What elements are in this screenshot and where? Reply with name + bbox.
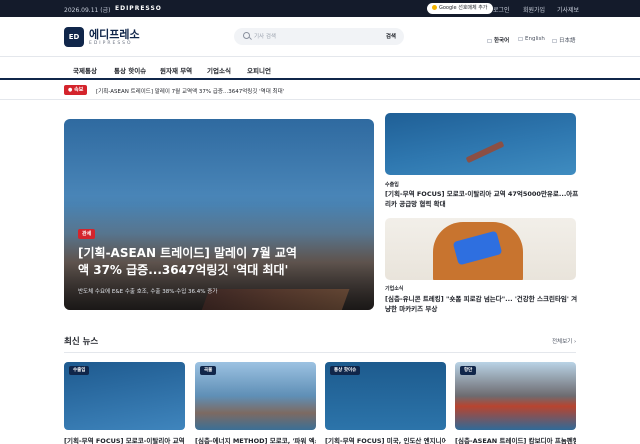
lang-korean[interactable]: 한국어 bbox=[487, 36, 509, 44]
featured-category-tag: 관세 bbox=[78, 229, 96, 239]
news-card-2-tag: 곡물 bbox=[200, 366, 217, 375]
news-card-1-title[interactable]: [기획-무역 FOCUS] 모로코-이탈리아 교역 bbox=[64, 435, 185, 444]
nav-item-international-trade[interactable]: 국제통상 bbox=[73, 65, 97, 75]
site-header: ED 에디프레소 EDIPRESSO 검색 한국어 English 日本語 bbox=[0, 17, 640, 57]
side-story-2-title[interactable]: [심층-유니콘 트레킹] "숏폼 피로감 넘는다"... '건강한 스크린타임'… bbox=[385, 294, 580, 314]
nav-item-raw-materials[interactable]: 원자재 무역 bbox=[160, 65, 192, 75]
logo-name[interactable]: 에디프레소 bbox=[89, 26, 140, 42]
japan-flag-icon bbox=[552, 38, 557, 43]
nav-item-company-news[interactable]: 기업소식 bbox=[207, 65, 231, 75]
breaking-badge: ● 속보 bbox=[64, 85, 88, 95]
google-star-icon bbox=[432, 5, 437, 10]
ship-image bbox=[465, 140, 505, 164]
news-card-4-tag: 항만 bbox=[460, 366, 477, 375]
current-date: 2026.09.11 (금) bbox=[64, 7, 111, 14]
google-preferred-source-button[interactable]: Google 선호매체 추가 bbox=[427, 3, 494, 14]
korea-flag-icon bbox=[487, 38, 492, 43]
side-story-1-title[interactable]: [기획-무역 FOCUS] 모로코-이탈리아 교역 47억5000만유로...아… bbox=[385, 189, 580, 209]
side-story-2-image[interactable] bbox=[385, 218, 576, 280]
nav-item-trade-hot-issue[interactable]: 통상 핫이슈 bbox=[114, 65, 146, 75]
logo-mark[interactable]: ED bbox=[64, 27, 84, 47]
lang-english[interactable]: English bbox=[518, 36, 545, 42]
signup-link[interactable]: 회원가입 bbox=[523, 5, 545, 14]
logo-subtitle: EDIPRESSO bbox=[89, 41, 133, 46]
news-card-4-image[interactable]: 항만 bbox=[455, 362, 576, 430]
latest-news-heading: 최신 뉴스 bbox=[64, 337, 99, 347]
featured-title[interactable]: [기획-ASEAN 트레이드] 말레이 7월 교역액 37% 급증...3647… bbox=[78, 245, 298, 279]
search-button[interactable]: 검색 bbox=[386, 32, 396, 40]
side-story-2-category: 기업소식 bbox=[385, 286, 404, 292]
news-card-3-tag: 통상 핫이슈 bbox=[330, 366, 361, 375]
search-input[interactable] bbox=[254, 31, 374, 42]
tip-link[interactable]: 기사제보 bbox=[557, 5, 579, 14]
side-story-1-image[interactable] bbox=[385, 113, 576, 175]
view-all-link[interactable]: 전체보기 › bbox=[552, 337, 576, 345]
top-bar: 2026.09.11 (금) EDIPRESSO Google 선호매체 추가 … bbox=[0, 0, 640, 17]
news-card-3-title[interactable]: [기획-무역 FOCUS] 미국, 인도산 엔지니어 bbox=[325, 435, 446, 444]
news-card-4-title[interactable]: [심층-ASEAN 트레이드] 캄보디아 프놈펜항 bbox=[455, 435, 576, 444]
news-card-1-tag: 수출입 bbox=[69, 366, 90, 375]
side-story-1-category: 수출입 bbox=[385, 182, 399, 188]
breaking-news-bar: ● 속보 [기획-ASEAN 트레이드] 말레이 7월 교역액 37% 급증..… bbox=[0, 80, 640, 100]
lang-japanese[interactable]: 日本語 bbox=[552, 36, 576, 44]
login-link[interactable]: 로그인 bbox=[493, 5, 510, 14]
featured-subtitle: 반도체 수요에 E&E 수출 호조, 수출 38%·수입 36.4% 증가 bbox=[78, 289, 218, 295]
featured-article[interactable]: 관세 [기획-ASEAN 트레이드] 말레이 7월 교역액 37% 급증...3… bbox=[64, 119, 374, 310]
main-nav: 국제통상 통상 핫이슈 원자재 무역 기업소식 오피니언 bbox=[0, 58, 640, 80]
search-icon bbox=[243, 32, 250, 39]
breaking-headline[interactable]: [기획-ASEAN 트레이드] 말레이 7월 교역액 37% 급증...3647… bbox=[96, 87, 284, 95]
news-card-2-title[interactable]: [심층-에너지 METHOD] 모로코, '파워 엑스 bbox=[195, 435, 316, 444]
search-bar: 검색 bbox=[234, 28, 404, 45]
news-card-2-image[interactable]: 곡물 bbox=[195, 362, 316, 430]
news-card-3-image[interactable]: 통상 핫이슈 bbox=[325, 362, 446, 430]
topbar-brand: EDIPRESSO bbox=[115, 5, 162, 12]
news-card-1-image[interactable]: 수출입 bbox=[64, 362, 185, 430]
nav-item-opinion[interactable]: 오피니언 bbox=[247, 65, 271, 75]
us-flag-icon bbox=[518, 36, 523, 41]
